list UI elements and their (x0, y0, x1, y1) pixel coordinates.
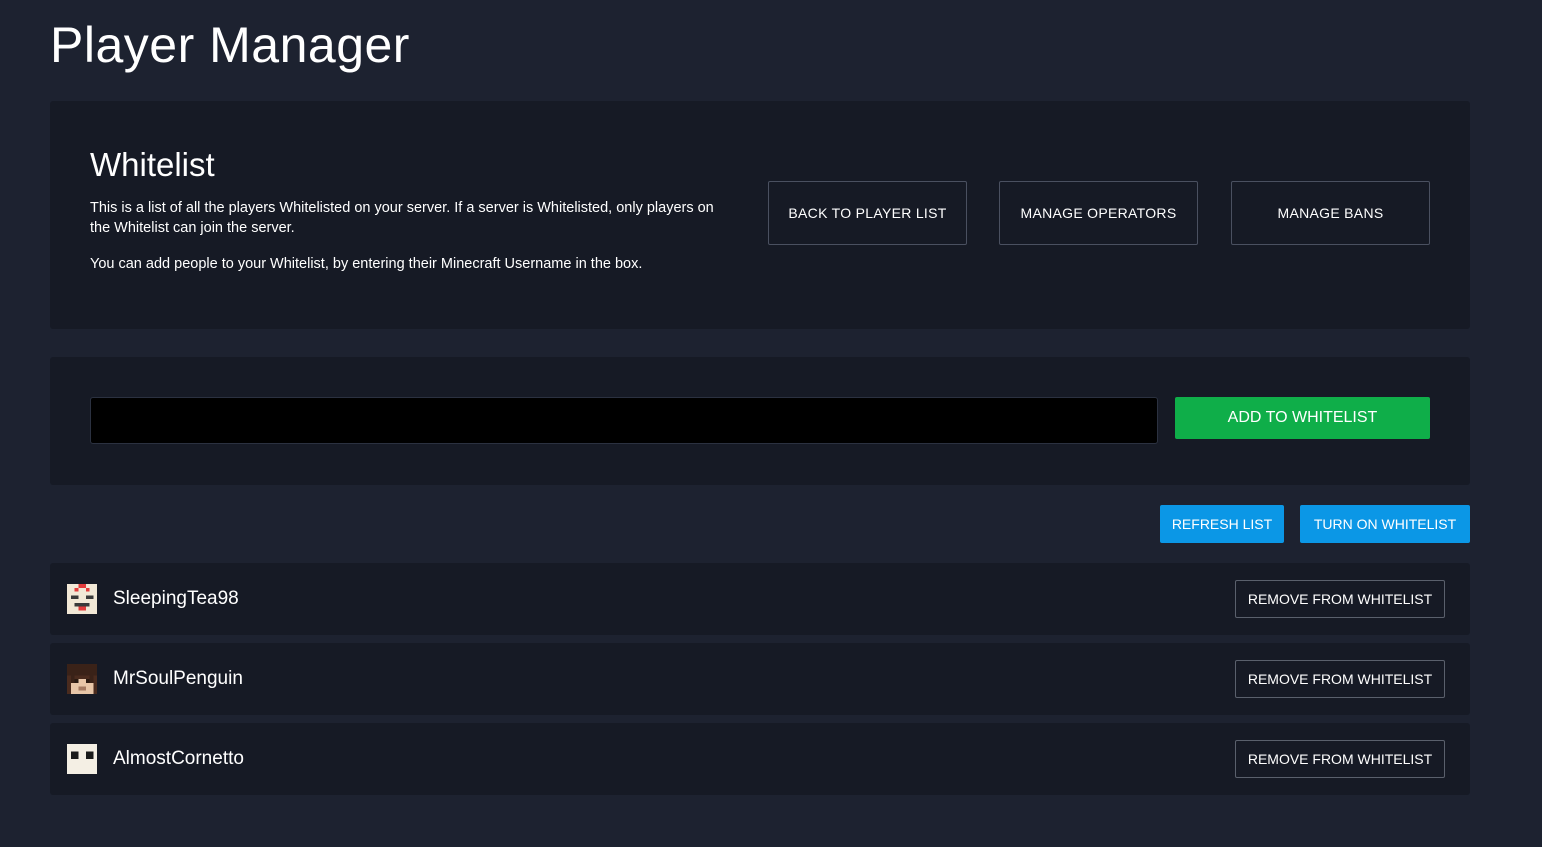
player-name: SleepingTea98 (113, 588, 239, 609)
back-to-player-list-button[interactable]: BACK TO PLAYER LIST (768, 181, 967, 245)
player-name: AlmostCornetto (113, 748, 244, 769)
player-head-icon (67, 584, 97, 614)
manage-bans-button[interactable]: MANAGE BANS (1231, 181, 1430, 245)
player-row: AlmostCornetto REMOVE FROM WHITELIST (50, 723, 1470, 795)
player-row: SleepingTea98 REMOVE FROM WHITELIST (50, 563, 1470, 635)
manage-operators-button[interactable]: MANAGE OPERATORS (999, 181, 1198, 245)
whitelist-instructions: You can add people to your Whitelist, by… (90, 256, 643, 272)
page-title: Player Manager (50, 17, 410, 73)
remove-from-whitelist-button[interactable]: REMOVE FROM WHITELIST (1235, 580, 1445, 618)
player-name: MrSoulPenguin (113, 668, 243, 689)
remove-from-whitelist-button[interactable]: REMOVE FROM WHITELIST (1235, 740, 1445, 778)
player-head-icon (67, 744, 97, 774)
refresh-list-button[interactable]: REFRESH LIST (1160, 505, 1284, 543)
add-player-panel: ADD TO WHITELIST (50, 357, 1470, 485)
whitelist-description: This is a list of all the players Whitel… (90, 200, 714, 236)
whitelist-info-panel: Whitelist This is a list of all the play… (50, 101, 1470, 329)
whitelist-heading: Whitelist (90, 146, 215, 183)
turn-on-whitelist-button[interactable]: TURN ON WHITELIST (1300, 505, 1470, 543)
add-to-whitelist-button[interactable]: ADD TO WHITELIST (1175, 397, 1430, 439)
player-head-icon (67, 664, 97, 694)
player-row: MrSoulPenguin REMOVE FROM WHITELIST (50, 643, 1470, 715)
remove-from-whitelist-button[interactable]: REMOVE FROM WHITELIST (1235, 660, 1445, 698)
username-input[interactable] (90, 397, 1158, 444)
